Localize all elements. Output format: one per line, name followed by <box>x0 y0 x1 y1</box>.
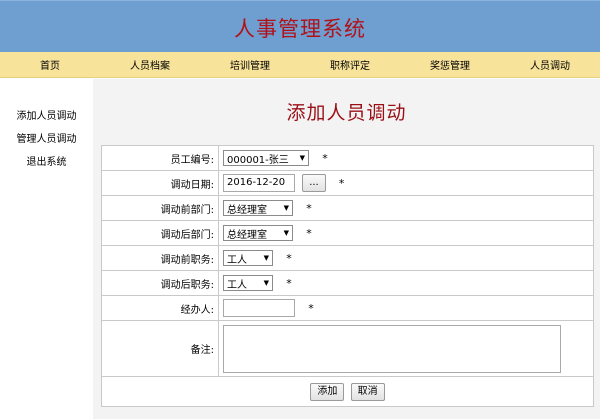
chevron-down-icon: ▼ <box>263 279 269 287</box>
form-row-post-before: 调动前职务: 工人 ▼ * <box>101 245 594 271</box>
nav-item-personnel-files[interactable]: 人员档案 <box>100 57 200 72</box>
page-title: 添加人员调动 <box>286 102 407 124</box>
required-mark: * <box>306 226 312 240</box>
employee-id-select[interactable]: 000001-张三 ▼ <box>223 150 309 166</box>
required-mark: * <box>306 201 312 215</box>
required-mark: * <box>322 151 328 165</box>
form-row-dept-after: 调动后部门: 总经理室 ▼ * <box>101 220 594 246</box>
chevron-down-icon: ▼ <box>283 229 289 237</box>
sidebar-item-add-transfer[interactable]: 添加人员调动 <box>0 105 93 128</box>
dept-before-label: 调动前部门: <box>101 195 219 221</box>
handler-input[interactable] <box>223 299 295 317</box>
post-before-select[interactable]: 工人 ▼ <box>223 250 273 266</box>
add-button[interactable]: 添加 <box>310 382 345 401</box>
date-picker-button[interactable]: ... <box>302 174 326 192</box>
transfer-date-input[interactable]: 2016-12-20 <box>223 174 295 192</box>
post-after-label: 调动后职务: <box>101 270 219 296</box>
transfer-date-label: 调动日期: <box>101 170 219 196</box>
remarks-textarea[interactable] <box>223 324 561 373</box>
form-row-remarks: 备注: <box>101 320 594 377</box>
required-mark: * <box>286 251 292 265</box>
nav-item-transfers[interactable]: 人员调动 <box>500 57 600 72</box>
nav-item-home[interactable]: 首页 <box>0 57 100 72</box>
nav-item-rewards[interactable]: 奖惩管理 <box>400 57 500 72</box>
dept-after-label: 调动后部门: <box>101 220 219 246</box>
transfer-form: 员工编号: 000001-张三 ▼ * 调动日期: 2016-12-20 ...… <box>101 145 594 407</box>
header-banner: 人事管理系统 <box>0 0 600 52</box>
required-mark: * <box>308 301 314 315</box>
form-row-actions: 添加 取消 <box>101 376 594 407</box>
main-content: 添加人员调动 员工编号: 000001-张三 ▼ * 调动日期: 2016-12… <box>93 79 600 419</box>
top-nav: 首页 人员档案 培训管理 职称评定 奖惩管理 人员调动 <box>0 52 600 78</box>
form-row-post-after: 调动后职务: 工人 ▼ * <box>101 270 594 296</box>
chevron-down-icon: ▼ <box>299 154 305 162</box>
chevron-down-icon: ▼ <box>263 254 269 262</box>
dept-after-select[interactable]: 总经理室 ▼ <box>223 225 293 241</box>
remarks-label: 备注: <box>101 320 219 377</box>
nav-item-training[interactable]: 培训管理 <box>200 57 300 72</box>
required-mark: * <box>338 176 345 190</box>
handler-label: 经办人: <box>101 295 219 321</box>
app-title: 人事管理系统 <box>234 17 366 41</box>
sidebar-item-logout[interactable]: 退出系统 <box>0 151 93 174</box>
dept-before-select[interactable]: 总经理室 ▼ <box>223 200 293 216</box>
form-row-transfer-date: 调动日期: 2016-12-20 ... * <box>101 170 594 196</box>
form-row-handler: 经办人: * <box>101 295 594 321</box>
cancel-button[interactable]: 取消 <box>350 382 385 401</box>
required-mark: * <box>286 276 292 290</box>
post-before-label: 调动前职务: <box>101 245 219 271</box>
post-after-select[interactable]: 工人 ▼ <box>223 275 273 291</box>
form-row-dept-before: 调动前部门: 总经理室 ▼ * <box>101 195 594 221</box>
sidebar: 添加人员调动 管理人员调动 退出系统 <box>0 79 93 419</box>
sidebar-item-manage-transfers[interactable]: 管理人员调动 <box>0 128 93 151</box>
nav-item-title-evaluation[interactable]: 职称评定 <box>300 57 400 72</box>
form-row-employee-id: 员工编号: 000001-张三 ▼ * <box>101 145 594 171</box>
employee-id-label: 员工编号: <box>101 145 219 171</box>
chevron-down-icon: ▼ <box>283 204 289 212</box>
